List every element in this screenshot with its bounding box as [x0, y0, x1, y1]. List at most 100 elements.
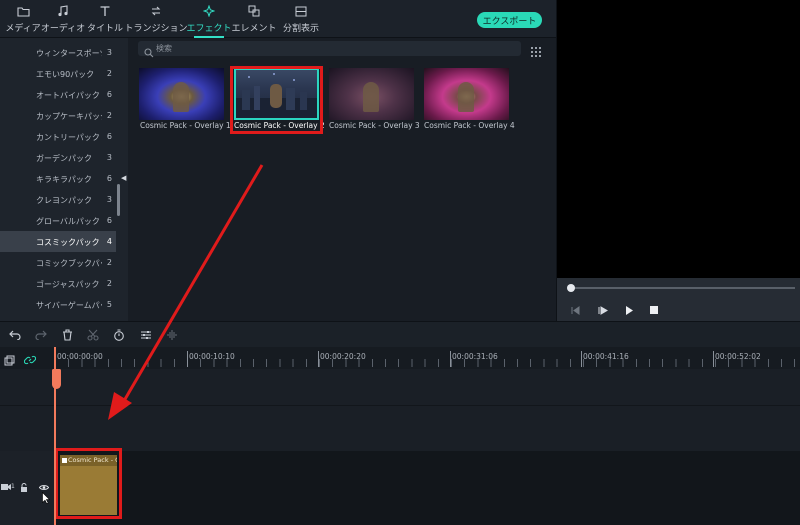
category-count: 3 — [106, 48, 112, 57]
timeline-empty-track-area[interactable] — [0, 369, 800, 451]
category-panel: ウィンタースポーツパック 3 エモい90パック 2 オートバイパック 6 カップケーキパック… — [0, 38, 128, 321]
category-item[interactable]: エモい90パック 2 — [0, 63, 116, 84]
effect-clip[interactable]: Cosmic Pack - O — [60, 455, 117, 515]
play-frame-icon[interactable] — [597, 304, 609, 316]
tab-split-screen[interactable]: 分割表示 — [278, 4, 324, 36]
astronaut-figure — [173, 82, 189, 112]
text-t-icon — [97, 4, 113, 18]
category-item[interactable]: ゴージャスパック 2 — [0, 273, 116, 294]
category-name: オートバイパック — [36, 91, 100, 100]
category-name: カントリーパック — [36, 133, 100, 142]
effect-label-2: Cosmic Pack - Overlay 2 — [234, 121, 325, 130]
category-item[interactable]: カップケーキパック 2 — [0, 105, 116, 126]
ruler-major-tick — [450, 351, 451, 367]
clip-type-icon — [62, 458, 67, 463]
category-item[interactable]: コミックブックパック 2 — [0, 252, 116, 273]
ruler-label: 00:00:20:20 — [320, 352, 366, 361]
effect-thumbnail-2[interactable] — [234, 68, 319, 120]
category-count: 6 — [106, 216, 112, 225]
category-count: 2 — [106, 69, 112, 78]
ruler-major-tick — [581, 351, 582, 367]
category-name: ゴージャスパック — [36, 280, 100, 289]
effect-thumbnail-1[interactable] — [139, 68, 224, 120]
music-note-icon — [55, 4, 71, 18]
adjust-sliders-icon[interactable] — [139, 328, 153, 342]
preview-scrub-knob[interactable] — [567, 284, 575, 292]
preview-progress-bar[interactable] — [569, 287, 795, 289]
playhead-handle[interactable] — [52, 369, 61, 389]
category-item[interactable]: グローバルパック 6 — [0, 210, 116, 231]
tab-elements[interactable]: エレメント — [231, 4, 277, 36]
timeline-ruler[interactable]: 00:00:00:00 00:00:10:10 00:00:20:20 00:0… — [0, 347, 800, 369]
category-name: クレヨンパック — [36, 196, 92, 205]
category-count: 2 — [106, 111, 112, 120]
transition-icon — [148, 4, 164, 18]
category-count: 3 — [106, 195, 112, 204]
export-button[interactable]: エクスポート — [477, 12, 542, 28]
ruler-ticks — [55, 359, 800, 367]
step-back-icon[interactable] — [569, 304, 581, 316]
ruler-major-tick — [713, 351, 714, 367]
effect-thumbnail-3[interactable] — [329, 68, 414, 120]
grid-view-icon[interactable] — [530, 43, 542, 57]
category-item[interactable]: オートバイパック 6 — [0, 84, 116, 105]
category-name: エモい90パック — [36, 70, 95, 79]
track-divider — [0, 405, 800, 406]
lock-icon[interactable] — [19, 482, 29, 492]
search-input[interactable] — [156, 41, 506, 56]
tab-title[interactable]: タイトル — [82, 4, 128, 36]
search-box[interactable] — [138, 41, 521, 58]
ruler-major-tick — [318, 351, 319, 367]
category-name: ウィンタースポーツパック — [36, 49, 102, 58]
delete-icon[interactable] — [60, 328, 74, 342]
category-item[interactable]: ウィンタースポーツパック 3 — [0, 42, 116, 63]
stop-icon[interactable] — [648, 304, 660, 316]
category-item[interactable]: キラキラパック 6 — [0, 168, 116, 189]
video-track-lane[interactable] — [55, 451, 800, 525]
category-count: 6 — [106, 132, 112, 141]
effect-label-4: Cosmic Pack - Overlay 4 — [424, 121, 515, 130]
astronaut-figure — [458, 82, 474, 112]
astronaut-figure — [363, 82, 379, 112]
ruler-label: 00:00:41:16 — [583, 352, 629, 361]
effect-thumbnail-4[interactable] — [424, 68, 509, 120]
play-icon[interactable] — [623, 304, 635, 316]
category-count: 2 — [106, 258, 112, 267]
audio-waveform-icon[interactable] — [165, 328, 179, 342]
category-item[interactable]: クレヨンパック 3 — [0, 189, 116, 210]
effect-label-3: Cosmic Pack - Overlay 3 — [329, 121, 420, 130]
category-name: カップケーキパック — [36, 112, 102, 121]
ruler-label: 00:00:10:10 — [189, 352, 235, 361]
undo-icon[interactable] — [8, 328, 22, 342]
category-item[interactable]: カントリーパック 6 — [0, 126, 116, 147]
element-icon — [246, 4, 262, 18]
category-name: コスミックパック — [36, 238, 100, 247]
track-number-label: 1 — [11, 483, 15, 490]
category-item[interactable]: サイバーゲームパック 5 — [0, 294, 116, 315]
redo-icon[interactable] — [34, 328, 48, 342]
tab-effects[interactable]: エフェクト — [186, 4, 232, 38]
folder-icon — [15, 4, 31, 18]
ruler-label: 00:00:52:02 — [715, 352, 761, 361]
link-icon[interactable] — [23, 351, 38, 365]
category-item[interactable]: コスミックパック 4 — [0, 231, 116, 252]
category-count: 6 — [106, 90, 112, 99]
speed-timer-icon[interactable] — [112, 328, 126, 342]
video-track-icon — [1, 482, 11, 492]
tab-audio[interactable]: オーディオ — [40, 4, 86, 36]
add-track-icon[interactable] — [4, 351, 18, 366]
category-count: 4 — [106, 237, 112, 246]
category-name: グローバルパック — [36, 217, 100, 226]
collapse-panel-icon[interactable]: ◀ — [121, 174, 126, 182]
category-scrollbar[interactable] — [117, 184, 120, 216]
category-name: サイバーゲームパック — [36, 301, 102, 310]
category-item[interactable]: ガーデンパック 3 — [0, 147, 116, 168]
category-list: ウィンタースポーツパック 3 エモい90パック 2 オートバイパック 6 カップケーキパック… — [0, 42, 116, 315]
tab-transition[interactable]: トランジション — [125, 4, 188, 36]
ruler-label: 00:00:00:00 — [57, 352, 103, 361]
top-toolbar: メディア オーディオ タイトル トランジション エフェクト エレメント 分割表示… — [0, 0, 556, 38]
cityscape-image — [234, 73, 319, 120]
mouse-cursor-icon — [42, 489, 51, 505]
preview-screen — [557, 0, 800, 278]
cut-icon[interactable] — [86, 328, 100, 342]
